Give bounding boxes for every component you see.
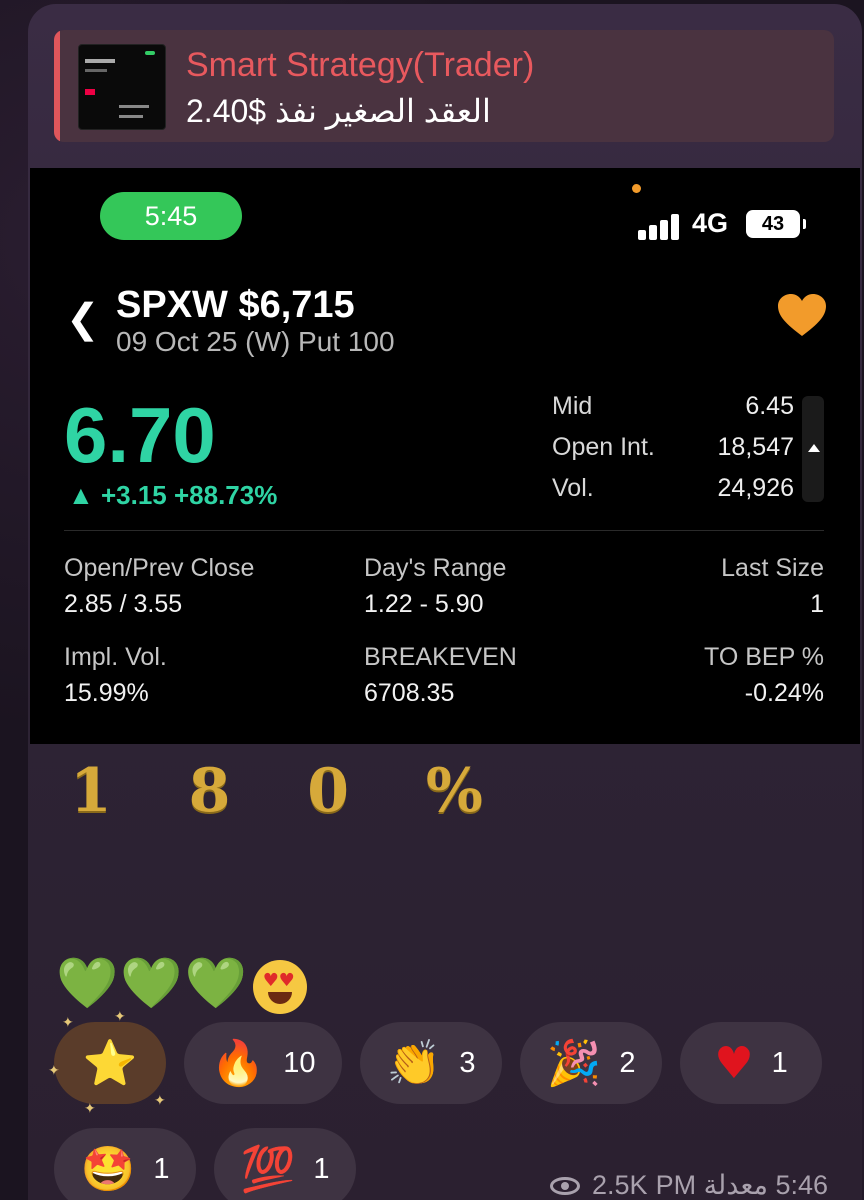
network-type: 4G [692,208,729,238]
stat-row: Open Int. 18,547 [552,433,822,474]
star-icon: ⭐ [82,1038,138,1089]
stat-value: 24,926 [717,474,794,502]
heart-eyes-icon [252,959,307,1014]
detail-label: Last Size [721,554,824,582]
view-count: 2.5K [592,1170,648,1200]
quote-stats: Mid 6.45 Open Int. 18,547 Vol. 24,926 [552,392,822,515]
heart-icon: ♥ [714,1037,754,1089]
green-heart-icon: 💚💚💚 [56,954,249,1012]
detail-label: Day's Range [364,554,507,582]
message-emoji-line: 💚💚💚 [56,954,307,1014]
message-time: 5:46 معدلة PM [655,1170,828,1200]
reaction-count: 10 [283,1046,316,1079]
reaction-hundred[interactable]: 💯 1 [214,1128,356,1200]
stat-value: 18,547 [717,433,794,461]
detail-label: TO BEP % [704,643,824,671]
stat-row: Vol. 24,926 [552,474,822,515]
caret-up-icon [808,444,820,452]
reply-text: العقد الصغير نفذ $2.40 [186,93,491,129]
details-grid: Open/Prev Close 2.85 / 3.55 Day's Range 1.… [64,554,824,732]
detail-label: BREAKEVEN [364,643,517,671]
detail-cell: TO BEP % -0.24% [624,643,824,708]
symbol-title: SPXW $6,715 [116,284,355,326]
stat-label: Mid [552,392,593,420]
divider [64,530,824,531]
star-struck-icon: 🤩 [80,1144,136,1195]
last-price: 6.70 [64,391,216,479]
hundred-icon: 💯 [240,1144,296,1195]
price-change-value: +3.15 +88.73% [100,480,278,510]
reaction-count: 1 [771,1046,788,1079]
stat-label: Open Int. [552,433,655,461]
stat-label: Vol. [552,474,594,502]
detail-cell: Open/Prev Close 2.85 / 3.55 [64,554,364,619]
detail-value: 2.85 / 3.55 [64,590,183,618]
reaction-heart[interactable]: ♥ 1 [680,1022,822,1104]
reaction-count: 1 [153,1152,170,1185]
reply-preview[interactable]: Smart Strategy(Trader) العقد الصغير نفذ … [54,30,834,142]
detail-cell: Day's Range 1.22 - 5.90 [364,554,624,619]
battery-icon: 43 [746,210,806,238]
detail-value: -0.24% [744,679,824,707]
detail-value: 1.22 - 5.90 [364,590,484,618]
signal-icon [638,212,682,240]
reply-thumbnail [78,44,166,130]
reply-sender-name: Smart Strategy(Trader) [186,46,535,84]
price-change: ▲ +3.15 +88.73% [68,480,277,511]
reaction-clap[interactable]: 👏 3 [360,1022,502,1104]
message-bubble[interactable]: Smart Strategy(Trader) العقد الصغير نفذ … [28,4,862,1200]
stat-row: Mid 6.45 [552,392,822,433]
reply-accent-bar [54,30,60,142]
stats-scroll-toggle[interactable] [802,396,824,502]
reaction-count: 3 [459,1046,476,1079]
up-triangle-icon: ▲ [68,480,94,510]
detail-value: 6708.35 [364,679,455,707]
detail-cell: Last Size 1 [624,554,824,619]
message-headline: 1 8 0 % [70,756,511,826]
detail-label: Open/Prev Close [64,554,255,582]
favorite-heart-icon[interactable] [778,294,826,338]
status-time: 5:45 [100,192,242,240]
reaction-count: 2 [619,1046,636,1079]
detail-value: 15.99% [64,679,149,707]
detail-label: Impl. Vol. [64,643,167,671]
message-meta: 2.5K 5:46 معدلة PM [550,1170,828,1200]
eye-icon [550,1176,581,1195]
reaction-party[interactable]: 🎉 2 [520,1022,662,1104]
party-popper-icon: 🎉 [546,1038,602,1089]
reaction-star-struck[interactable]: 🤩 1 [54,1128,196,1200]
stat-value: 6.45 [745,392,794,420]
quote-screenshot[interactable]: 5:45 4G 43 ❮ SPXW $6,715 09 Oct 25 (W) P… [30,168,860,744]
detail-value: 1 [810,590,824,618]
privacy-dot-icon [632,184,641,193]
detail-cell: BREAKEVEN 6708.35 [364,643,624,708]
reaction-count: 1 [313,1152,330,1185]
clap-icon: 👏 [386,1038,442,1089]
reaction-fire[interactable]: 🔥 10 [184,1022,342,1104]
reaction-star[interactable]: ⭐ ✦ ✦ ✦ ✦ ✦ [48,1008,166,1116]
fire-icon: 🔥 [210,1038,266,1089]
detail-cell: Impl. Vol. 15.99% [64,643,364,708]
back-chevron-icon[interactable]: ❮ [66,296,100,342]
contract-description: 09 Oct 25 (W) Put 100 [116,326,395,357]
